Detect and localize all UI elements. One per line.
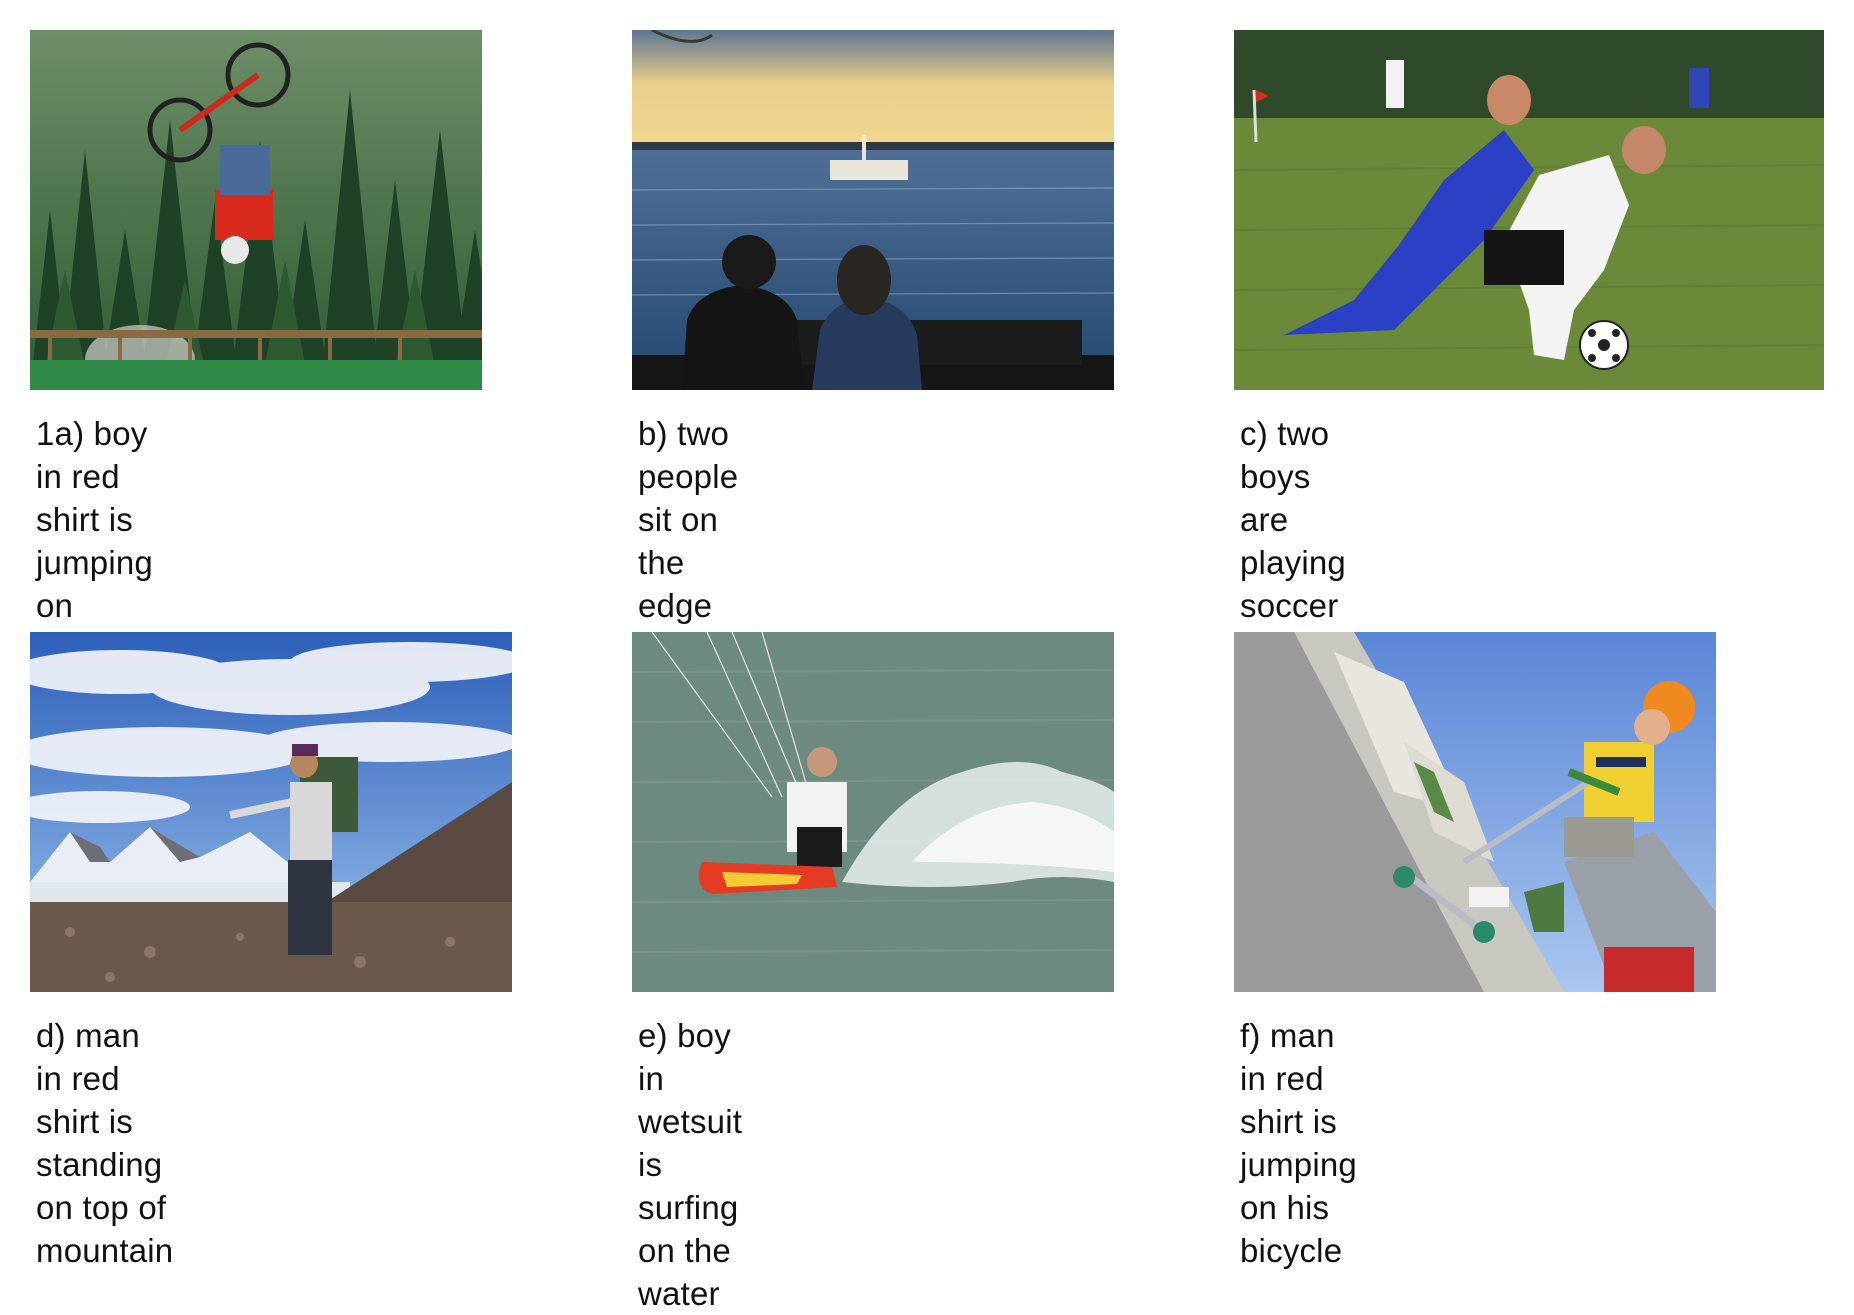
- girls-soccer-match-photo: [1234, 30, 1824, 390]
- boy-scooter-street-photo: [1234, 632, 1716, 992]
- figure-caption: e) boy in wetsuit is surfing on the wate…: [638, 1017, 743, 1312]
- kitesurfer-water-photo: [632, 632, 1114, 992]
- bmx-flip-forest-photo: [30, 30, 482, 390]
- hiker-glacier-mountain-photo: [30, 632, 512, 992]
- couple-lake-sunset-photo: [632, 30, 1114, 390]
- figure-caption: d) man in red shirt is standing on top o…: [36, 1017, 174, 1269]
- figure-caption: f) man in red shirt is jumping on his bi…: [1240, 1017, 1357, 1269]
